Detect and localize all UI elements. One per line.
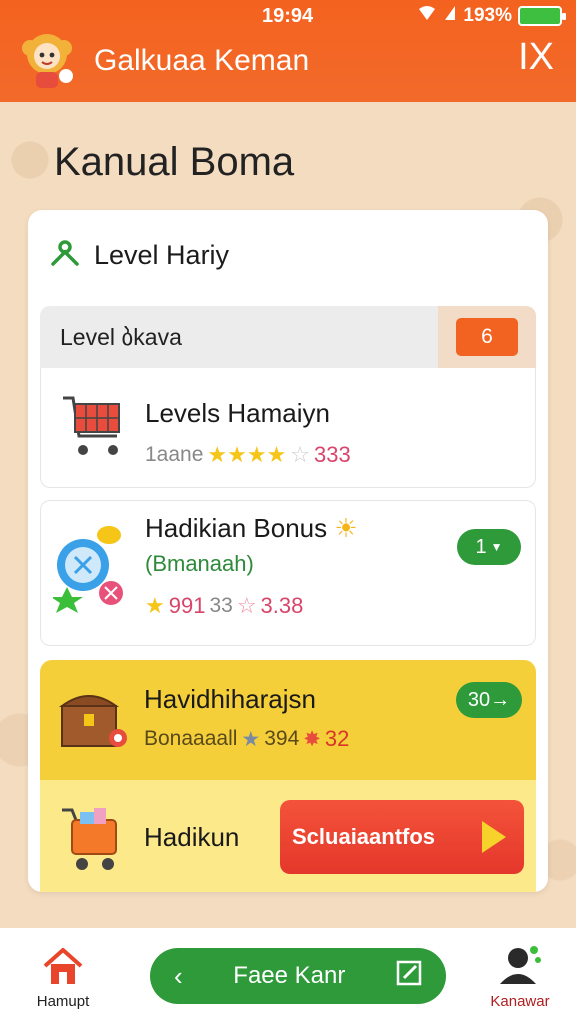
item-value: 32 (324, 726, 350, 751)
level-icon (50, 239, 80, 271)
item-value: 333 (314, 442, 351, 467)
nav-home-label: Hamupt (36, 993, 90, 1010)
edit-icon (396, 960, 422, 993)
item-meta: Bonaaaall ★ 394 ✸ 32 (144, 726, 350, 751)
chevron-left-icon: ‹ (174, 960, 183, 991)
battery-icon (518, 6, 566, 26)
chevron-down-icon: ▼ (490, 540, 503, 554)
item-title: Hadikun (144, 822, 240, 852)
bottom-nav: Hamupt ‹ Faee Kanr Kanawar (0, 928, 576, 1024)
nav-home[interactable]: Hamupt (28, 946, 98, 1010)
level-card: Level Hariy Level ბkava 6 Levels Hamaiyn… (28, 210, 548, 892)
user-icon (498, 946, 542, 990)
cta-label: Scluaiaantfos (292, 824, 436, 849)
item-meta: 1aane ★★★★ ☆ 333 (145, 442, 351, 467)
treasure-chest-icon (58, 684, 130, 757)
list-item-bonus[interactable]: Hadikian Bonus ☀ (Bmanaah) ★ 991 33 ☆ 3.… (40, 500, 536, 646)
shopping-cart-icon (61, 392, 127, 467)
app-header: 19:94 193% Galkuaa Keman IX (0, 0, 576, 102)
nav-center-label: Faee Kanr (233, 962, 346, 989)
close-button[interactable]: IX (518, 38, 554, 76)
bonus-coins-icon (51, 515, 131, 620)
star-icon: ★ (241, 727, 261, 751)
battery-percent: 193% (463, 5, 512, 26)
star-icon: ★ (145, 593, 165, 618)
play-icon (482, 821, 506, 853)
section-bar[interactable]: Level ბkava 6 (40, 306, 536, 368)
cta-button[interactable]: Scluaiaantfos (280, 800, 524, 874)
sun-icon: ☀ (334, 513, 358, 543)
wifi-icon (417, 4, 437, 28)
item-title: Havidhiharajsn (144, 684, 316, 714)
list-item-levels[interactable]: Levels Hamaiyn 1aane ★★★★ ☆ 333 (40, 368, 536, 488)
item-score: 394 (264, 727, 300, 750)
section-label: Level ბkava (60, 323, 182, 350)
nav-profile[interactable]: Kanawar (480, 944, 560, 1010)
item-meta: ★ 991 33 ☆ 3.38 (145, 593, 304, 618)
splash-icon: ✸ (303, 727, 321, 751)
mascot-avatar[interactable] (16, 28, 78, 90)
nav-center-button[interactable]: ‹ Faee Kanr (150, 948, 446, 1004)
bonus-pill-button[interactable]: 1 ▼ (457, 529, 521, 565)
home-icon (41, 948, 85, 990)
featured-pill-button[interactable]: 30→ (456, 682, 522, 718)
list-item-featured[interactable]: Havidhiharajsn Bonaaaall ★ 394 ✸ 32 30→ (40, 660, 536, 780)
rating-stars: ★★★★ (207, 442, 287, 467)
card-header: Level Hariy (28, 210, 548, 300)
nav-profile-label: Kanawar (490, 993, 550, 1010)
signal-icon (443, 4, 457, 28)
page-title: Kanual Boma (54, 140, 295, 184)
star-outline-icon: ☆ (236, 593, 257, 618)
item-score: 991 (168, 593, 206, 618)
item-value: 3.38 (260, 593, 304, 618)
list-item-action[interactable]: Hadikun Scluaiaantfos (40, 780, 536, 892)
star-empty-icon: ☆ (290, 442, 311, 467)
item-subtitle: (Bmanaah) (145, 551, 254, 576)
status-time: 19:94 (262, 5, 314, 27)
shopping-basket-icon (58, 800, 128, 879)
app-title: Galkuaa Keman (94, 44, 310, 77)
item-title: Hadikian Bonus ☀ (145, 513, 358, 543)
item-title: Levels Hamaiyn (145, 398, 330, 428)
card-header-label: Level Hariy (94, 239, 230, 270)
section-count-badge: 6 (456, 318, 518, 356)
status-icons: 193% (417, 4, 566, 28)
